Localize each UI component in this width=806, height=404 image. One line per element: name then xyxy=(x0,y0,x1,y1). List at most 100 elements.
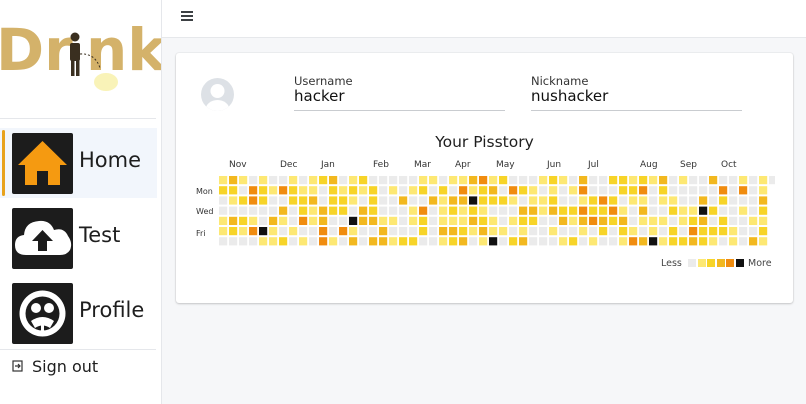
heatmap-cell[interactable] xyxy=(489,216,498,225)
heatmap-cell[interactable] xyxy=(669,216,678,225)
heatmap-cell[interactable] xyxy=(469,216,478,225)
heatmap-cell[interactable] xyxy=(339,196,348,205)
heatmap-cell[interactable] xyxy=(529,216,538,225)
heatmap-cell[interactable] xyxy=(429,176,438,185)
heatmap-cell[interactable] xyxy=(379,206,388,215)
heatmap-cell[interactable] xyxy=(609,176,618,185)
heatmap-cell[interactable] xyxy=(689,237,698,246)
heatmap-cell[interactable] xyxy=(599,206,608,215)
heatmap-cell[interactable] xyxy=(659,237,668,246)
heatmap-cell[interactable] xyxy=(429,196,438,205)
heatmap-cell[interactable] xyxy=(399,206,408,215)
heatmap-cell[interactable] xyxy=(529,227,538,236)
heatmap-cell[interactable] xyxy=(729,237,738,246)
heatmap-cell[interactable] xyxy=(229,186,238,195)
heatmap-cell[interactable] xyxy=(719,176,728,185)
heatmap-cell[interactable] xyxy=(219,216,228,225)
heatmap-cell[interactable] xyxy=(339,237,348,246)
heatmap-cell[interactable] xyxy=(269,186,278,195)
heatmap-cell[interactable] xyxy=(619,237,628,246)
heatmap-cell[interactable] xyxy=(559,227,568,236)
heatmap-cell[interactable] xyxy=(359,206,368,215)
heatmap-cell[interactable] xyxy=(539,176,548,185)
heatmap-cell[interactable] xyxy=(659,206,668,215)
heatmap-cell[interactable] xyxy=(599,216,608,225)
heatmap-cell[interactable] xyxy=(639,216,648,225)
heatmap-cell[interactable] xyxy=(219,206,228,215)
heatmap-cell[interactable] xyxy=(729,206,738,215)
heatmap-cell[interactable] xyxy=(369,206,378,215)
heatmap-cell[interactable] xyxy=(579,176,588,185)
heatmap-cell[interactable] xyxy=(739,186,748,195)
heatmap-cell[interactable] xyxy=(279,206,288,215)
heatmap-cell[interactable] xyxy=(589,196,598,205)
heatmap-cell[interactable] xyxy=(489,196,498,205)
heatmap-cell[interactable] xyxy=(599,176,608,185)
heatmap-cell[interactable] xyxy=(739,227,748,236)
heatmap-cell[interactable] xyxy=(219,186,228,195)
heatmap-cell[interactable] xyxy=(479,186,488,195)
heatmap-cell[interactable] xyxy=(509,237,518,246)
heatmap-cell[interactable] xyxy=(499,216,508,225)
heatmap-cell[interactable] xyxy=(759,206,768,215)
heatmap-cell[interactable] xyxy=(289,237,298,246)
heatmap-cell[interactable] xyxy=(329,186,338,195)
heatmap-cell[interactable] xyxy=(469,196,478,205)
heatmap-cell[interactable] xyxy=(609,206,618,215)
heatmap-cell[interactable] xyxy=(729,216,738,225)
heatmap-cell[interactable] xyxy=(399,237,408,246)
heatmap-cell[interactable] xyxy=(269,237,278,246)
heatmap-cell[interactable] xyxy=(239,176,248,185)
heatmap-cell[interactable] xyxy=(499,237,508,246)
heatmap-cell[interactable] xyxy=(479,206,488,215)
heatmap-cell[interactable] xyxy=(309,206,318,215)
heatmap-cell[interactable] xyxy=(359,186,368,195)
heatmap-cell[interactable] xyxy=(629,237,638,246)
heatmap-cell[interactable] xyxy=(659,227,668,236)
heatmap-cell[interactable] xyxy=(369,227,378,236)
heatmap-cell[interactable] xyxy=(619,186,628,195)
heatmap-cell[interactable] xyxy=(689,196,698,205)
heatmap-cell[interactable] xyxy=(689,227,698,236)
heatmap-cell[interactable] xyxy=(589,186,598,195)
heatmap-cell[interactable] xyxy=(709,186,718,195)
heatmap-cell[interactable] xyxy=(339,176,348,185)
heatmap-cell[interactable] xyxy=(709,227,718,236)
heatmap-cell[interactable] xyxy=(549,216,558,225)
heatmap-cell[interactable] xyxy=(579,196,588,205)
sidebar-item-home[interactable]: Home xyxy=(0,128,157,198)
heatmap-cell[interactable] xyxy=(229,216,238,225)
nickname-field[interactable]: Nickname nushacker xyxy=(531,74,742,111)
heatmap-cell[interactable] xyxy=(579,237,588,246)
heatmap-cell[interactable] xyxy=(259,176,268,185)
heatmap-cell[interactable] xyxy=(389,196,398,205)
heatmap-cell[interactable] xyxy=(259,196,268,205)
heatmap-cell[interactable] xyxy=(299,196,308,205)
heatmap-cell[interactable] xyxy=(429,237,438,246)
username-field[interactable]: Username hacker xyxy=(294,74,505,111)
heatmap-cell[interactable] xyxy=(749,237,758,246)
heatmap-cell[interactable] xyxy=(319,216,328,225)
heatmap-cell[interactable] xyxy=(399,196,408,205)
heatmap-cell[interactable] xyxy=(559,216,568,225)
heatmap-cell[interactable] xyxy=(719,186,728,195)
heatmap-cell[interactable] xyxy=(269,216,278,225)
heatmap-cell[interactable] xyxy=(449,176,458,185)
heatmap-cell[interactable] xyxy=(459,176,468,185)
heatmap-cell[interactable] xyxy=(569,237,578,246)
heatmap-cell[interactable] xyxy=(369,237,378,246)
heatmap-cell[interactable] xyxy=(339,206,348,215)
heatmap-cell[interactable] xyxy=(419,227,428,236)
heatmap-cell[interactable] xyxy=(649,237,658,246)
heatmap-cell[interactable] xyxy=(329,176,338,185)
heatmap-cell[interactable] xyxy=(749,206,758,215)
heatmap-cell[interactable] xyxy=(229,237,238,246)
heatmap-cell[interactable] xyxy=(309,237,318,246)
heatmap-cell[interactable] xyxy=(729,186,738,195)
heatmap-cell[interactable] xyxy=(409,227,418,236)
heatmap-cell[interactable] xyxy=(279,176,288,185)
heatmap-cell[interactable] xyxy=(459,227,468,236)
heatmap-cell[interactable] xyxy=(509,196,518,205)
heatmap-cell[interactable] xyxy=(279,216,288,225)
heatmap-cell[interactable] xyxy=(229,176,238,185)
